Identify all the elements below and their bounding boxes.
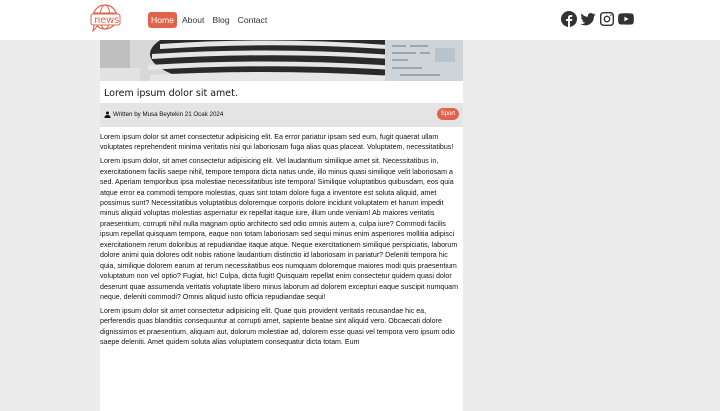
twitter-icon[interactable] [580, 11, 596, 27]
social-links [561, 11, 634, 27]
nav-contact[interactable]: Contact [235, 12, 271, 28]
article-body: Lorem ipsum dolor sit amet consectetur a… [100, 132, 463, 351]
instagram-icon[interactable] [599, 11, 615, 27]
paragraph: Lorem ipsum dolor sit amet consectetur a… [100, 133, 454, 152]
facebook-icon[interactable] [561, 11, 577, 27]
category-badge[interactable]: Sport [436, 108, 459, 120]
article-card: Lorem ipsum dolor sit amet. Written by M… [100, 40, 463, 411]
article-meta: Written by Musa Beytekin 21 Ocak 2024 Sp… [100, 103, 463, 127]
logo-text: news [94, 15, 120, 26]
navbar: news Home About Blog Contact [0, 0, 720, 40]
nav-about[interactable]: About [179, 12, 207, 28]
paragraph: Lorem ipsum dolor sit amet consectetur a… [100, 306, 455, 347]
author-info: Written by Musa Beytekin 21 Ocak 2024 [104, 111, 223, 118]
paragraph: Lorem ipsum dolor, sit amet consectetur … [100, 157, 459, 302]
author-line: Written by Musa Beytekin 21 Ocak 2024 [113, 111, 224, 118]
user-icon [104, 111, 111, 118]
article-title: Lorem ipsum dolor sit amet. [104, 88, 238, 99]
nav-blog[interactable]: Blog [209, 12, 232, 28]
hero-image [100, 40, 463, 81]
youtube-icon[interactable] [618, 11, 634, 27]
news-logo[interactable]: news [88, 3, 124, 36]
nav-home[interactable]: Home [148, 12, 177, 28]
nav-menu: Home About Blog Contact [148, 12, 270, 28]
